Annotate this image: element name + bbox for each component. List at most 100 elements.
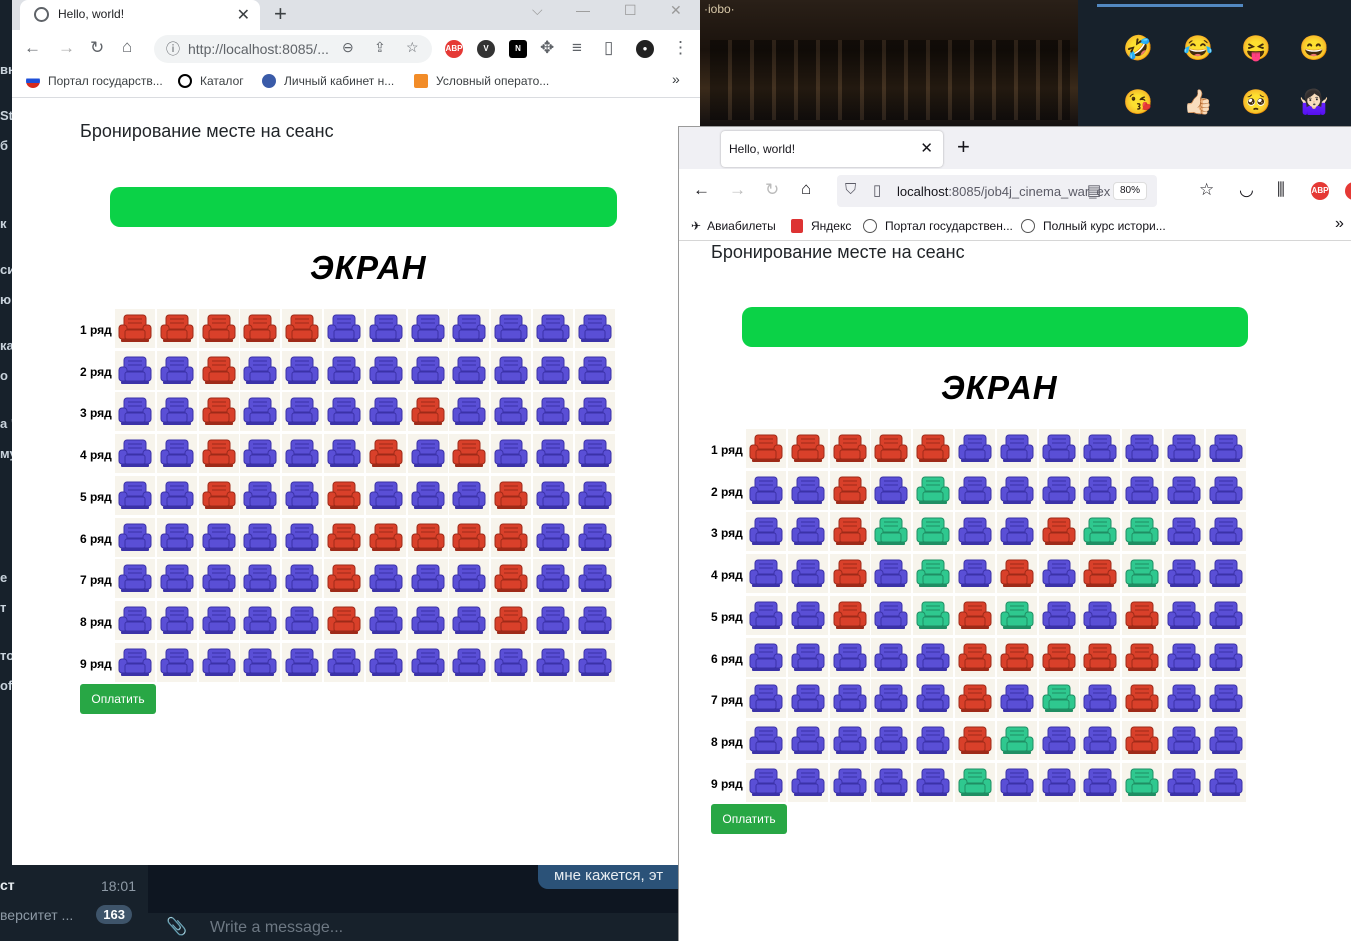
seat-selected[interactable]	[1080, 512, 1121, 552]
seat-taken[interactable]	[787, 429, 828, 468]
extension-v-icon[interactable]: V	[477, 40, 495, 58]
seat-taken[interactable]	[407, 517, 448, 557]
bookmark-item[interactable]: Портал государств...	[26, 74, 163, 88]
seat-free[interactable]	[746, 720, 786, 760]
seat-free[interactable]	[533, 517, 573, 557]
seat-free[interactable]	[491, 642, 532, 682]
seat-free[interactable]	[533, 642, 573, 682]
address-bar[interactable]: ⛉ ▯ localhost:8085/job4j_cinema_war_ex ▤…	[837, 175, 1157, 207]
seat-free[interactable]	[955, 470, 995, 510]
seat-free[interactable]	[365, 600, 406, 640]
shield-icon[interactable]: ⛉	[845, 181, 856, 198]
seat-taken[interactable]	[491, 559, 532, 599]
seat-taken[interactable]	[955, 637, 995, 677]
seat-free[interactable]	[365, 559, 406, 599]
seat-free[interactable]	[324, 392, 364, 432]
seat-selected[interactable]	[913, 512, 954, 552]
maximize-icon[interactable]: ☐	[624, 2, 637, 19]
seat-free[interactable]	[156, 559, 197, 599]
emoji-pleading[interactable]: 🥺	[1241, 88, 1271, 117]
seat-taken[interactable]	[1122, 679, 1163, 719]
seat-taken[interactable]	[871, 429, 912, 468]
bookmark-item[interactable]: Полный курс истори...	[1021, 219, 1166, 233]
seat-taken[interactable]	[198, 475, 239, 515]
seat-free[interactable]	[115, 392, 155, 432]
seat-free[interactable]	[1038, 554, 1079, 594]
seat-free[interactable]	[1205, 470, 1246, 510]
seat-free[interactable]	[115, 350, 155, 390]
seat-taken[interactable]	[996, 637, 1037, 677]
seat-taken[interactable]	[282, 309, 323, 348]
seat-taken[interactable]	[198, 309, 239, 348]
bookmark-item[interactable]: Каталог	[178, 74, 244, 88]
seat-free[interactable]	[407, 350, 448, 390]
seat-free[interactable]	[115, 600, 155, 640]
seat-free[interactable]	[787, 679, 828, 719]
seat-free[interactable]	[156, 642, 197, 682]
pay-button[interactable]: Оплатить	[80, 684, 156, 714]
seat-selected[interactable]	[913, 554, 954, 594]
firefox-tab[interactable]: Hello, world! ✕	[721, 131, 943, 167]
seat-taken[interactable]	[365, 434, 406, 474]
seat-free[interactable]	[871, 554, 912, 594]
seat-taken[interactable]	[913, 429, 954, 468]
seat-free[interactable]	[491, 392, 532, 432]
emoji-thumbs-up[interactable]: 👍🏻	[1183, 88, 1213, 117]
seat-free[interactable]	[1080, 470, 1121, 510]
seat-taken[interactable]	[491, 600, 532, 640]
bookmark-item[interactable]: ✈ Авиабилеты	[691, 219, 776, 233]
seat-free[interactable]	[996, 429, 1037, 468]
new-tab-icon[interactable]: +	[957, 134, 970, 160]
seat-selected[interactable]	[1122, 512, 1163, 552]
seat-taken[interactable]	[240, 309, 281, 348]
seat-free[interactable]	[787, 595, 828, 635]
seat-free[interactable]	[1080, 679, 1121, 719]
seat-free[interactable]	[533, 392, 573, 432]
seat-taken[interactable]	[996, 554, 1037, 594]
attach-icon[interactable]: 📎	[166, 917, 187, 937]
bookmark-item[interactable]: Условный операто...	[414, 74, 549, 88]
back-icon[interactable]: ←	[693, 180, 710, 200]
seat-free[interactable]	[829, 637, 870, 677]
seat-free[interactable]	[407, 600, 448, 640]
seat-free[interactable]	[1205, 637, 1246, 677]
home-icon[interactable]: ⌂	[801, 179, 811, 199]
seat-selected[interactable]	[871, 512, 912, 552]
seat-free[interactable]	[1122, 470, 1163, 510]
pay-button[interactable]: Оплатить	[711, 804, 787, 834]
seat-free[interactable]	[913, 720, 954, 760]
seat-taken[interactable]	[324, 600, 364, 640]
seat-free[interactable]	[240, 559, 281, 599]
back-icon[interactable]: ←	[24, 38, 41, 58]
seat-free[interactable]	[1205, 595, 1246, 635]
seat-free[interactable]	[746, 595, 786, 635]
close-tab-icon[interactable]: ✕	[920, 139, 933, 157]
seat-free[interactable]	[829, 679, 870, 719]
seat-free[interactable]	[533, 600, 573, 640]
seat-selected[interactable]	[1038, 679, 1079, 719]
seat-free[interactable]	[365, 475, 406, 515]
seat-free[interactable]	[1080, 595, 1121, 635]
seat-free[interactable]	[955, 554, 995, 594]
seat-free[interactable]	[240, 434, 281, 474]
seat-taken[interactable]	[829, 470, 870, 510]
minimize-icon[interactable]: —	[576, 2, 590, 18]
extension-icon[interactable]	[1345, 182, 1351, 200]
media-icon[interactable]: ≡	[572, 38, 582, 58]
adblock-icon[interactable]: ABP	[445, 40, 463, 58]
seat-free[interactable]	[115, 475, 155, 515]
seat-free[interactable]	[746, 512, 786, 552]
seat-free[interactable]	[407, 434, 448, 474]
seat-taken[interactable]	[407, 392, 448, 432]
seat-free[interactable]	[574, 600, 615, 640]
seat-free[interactable]	[449, 559, 490, 599]
seat-free[interactable]	[746, 679, 786, 719]
seat-free[interactable]	[871, 470, 912, 510]
seat-free[interactable]	[115, 559, 155, 599]
seat-free[interactable]	[996, 762, 1037, 802]
notion-icon[interactable]: N	[509, 40, 527, 58]
seat-free[interactable]	[365, 642, 406, 682]
seat-free[interactable]	[871, 762, 912, 802]
seat-taken[interactable]	[1080, 637, 1121, 677]
seat-free[interactable]	[574, 517, 615, 557]
